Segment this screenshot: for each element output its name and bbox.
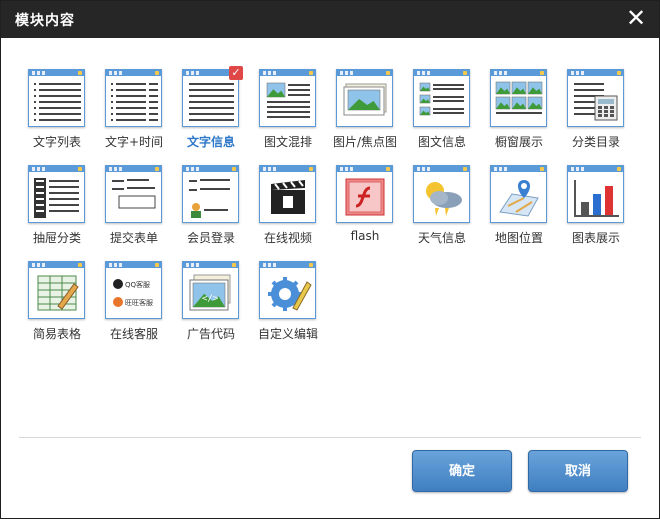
confirm-button[interactable]: 确定 [412,450,512,492]
category-directory-icon [567,69,624,127]
module-tile[interactable]: 图文信息 [410,69,474,159]
image-text-info-icon [413,69,470,127]
module-tile[interactable]: 简易表格 [25,261,89,351]
module-tile[interactable]: 地图位置 [487,165,551,255]
cancel-button[interactable]: 取消 [528,450,628,492]
member-login-icon [182,165,239,223]
weather-icon [413,165,470,223]
custom-edit-icon [259,261,316,319]
module-tile[interactable]: 图表展示 [564,165,628,255]
image-text-mix-icon [259,69,316,127]
ad-code-text: </> [202,294,219,304]
module-tile[interactable]: 在线视频 [256,165,320,255]
online-service-icon: QQ客服旺旺客服 [105,261,162,319]
drawer-category-icon [28,165,85,223]
module-label: 自定义编辑 [257,327,318,341]
divider [19,437,641,438]
module-tile[interactable]: 图片/焦点图 [333,69,397,159]
ad-code-icon: </> [182,261,239,319]
module-tile[interactable]: ✓ 文字信息 [179,66,243,159]
module-label: 分类目录 [571,135,620,149]
showcase-icon [490,69,547,127]
module-tile[interactable]: 会员登录 [179,165,243,255]
qq-service-text: QQ客服 [125,280,150,289]
module-content-dialog: 模块内容 ✕ 文字列表 文字+时间 ✓ 文字信息 图文混排 图片/焦点图 图文信息 橱窗展示分… [0,0,660,519]
online-video-icon [259,165,316,223]
module-tile[interactable]: 橱窗展示 [487,69,551,159]
module-tile[interactable]: 分类目录 [564,69,628,159]
module-tile[interactable]: 文字+时间 [102,69,166,159]
module-tile[interactable]: 天气信息 [410,165,474,255]
close-icon[interactable]: ✕ [623,5,649,31]
selected-check-icon: ✓ [229,66,243,80]
chart-display-icon [567,165,624,223]
module-tile[interactable]: 抽屉分类 [25,165,89,255]
flash-icon [336,165,393,223]
ww-service-text: 旺旺客服 [125,298,153,307]
submit-form-icon [105,165,162,223]
map-location-icon [490,165,547,223]
module-tile[interactable]: 自定义编辑 [256,261,320,351]
module-tile[interactable]: 文字列表 [25,69,89,159]
module-tile[interactable]: </> 广告代码 [179,261,243,351]
dialog-title: 模块内容 [15,13,75,29]
simple-table-icon [28,261,85,319]
module-tile[interactable]: 图文混排 [256,69,320,159]
text-time-icon [105,69,162,127]
module-tile[interactable]: flash [333,165,397,255]
module-tile[interactable]: QQ客服 旺旺客服 在线客服 [102,261,166,351]
image-focus-icon [336,69,393,127]
module-label: 图表展示 [571,231,620,245]
module-tile[interactable]: 提交表单 [102,165,166,255]
dialog-titlebar: 模块内容 ✕ [1,1,659,38]
text-list-icon [28,69,85,127]
